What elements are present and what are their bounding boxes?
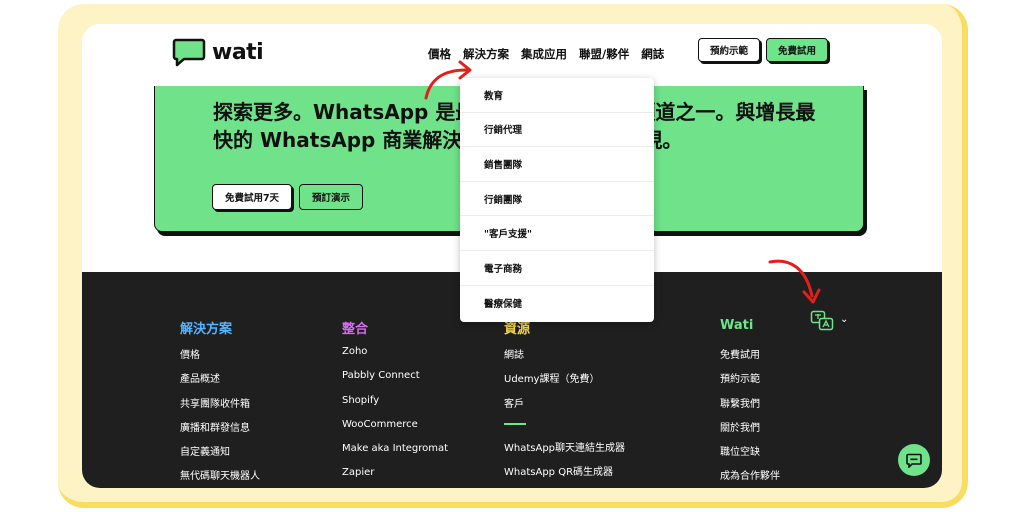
footer-link[interactable]: Make aka Integromat [342,443,448,467]
solutions-dropdown-menu: 教育 行銷代理 銷售團隊 行銷團隊 "客戶支援" 電子商務 醫療保健 [460,78,654,322]
footer-link[interactable]: 自定義通知 [180,443,260,467]
annotation-arrow-icon [424,60,472,100]
footer-link[interactable]: 預約示範 [720,370,780,394]
footer-link[interactable]: Pabbly Connect [342,370,448,394]
dropdown-item-sales-team[interactable]: 銷售團隊 [460,147,654,182]
book-demo-hero-button[interactable]: 預訂演示 [299,184,363,210]
nav-item-integrations[interactable]: 集成应用 [521,46,567,62]
dropdown-item-marketing-agency[interactable]: 行銷代理 [460,113,654,148]
footer-link[interactable]: 廣播和群發信息 [180,419,260,443]
nav-item-partners[interactable]: 聯盟/夥伴 [579,46,629,62]
footer-link[interactable]: Zoho [342,346,448,370]
website-page: wati 價格 解決方案 集成应用 聯盟/夥伴 網誌 預約示範 免費試用 探索更… [82,24,942,488]
footer-link[interactable]: 網誌 [504,346,625,370]
footer-link[interactable]: WooCommerce [342,419,448,443]
book-demo-button[interactable]: 預約示範 [698,38,760,62]
footer-link[interactable]: Shopify [342,395,448,419]
footer-link[interactable]: 產品概述 [180,370,260,394]
chat-icon [906,453,922,468]
dropdown-item-ecommerce[interactable]: 電子商務 [460,251,654,286]
footer-link[interactable]: 成為合作夥伴 [720,467,780,488]
dropdown-item-marketing-team[interactable]: 行銷團隊 [460,182,654,217]
annotation-arrow-icon [768,259,821,304]
footer-column-integrations: 整合 Zoho Pabbly Connect Shopify WooCommer… [342,318,448,488]
footer-divider [504,422,526,425]
footer-link[interactable]: Zapier [342,467,448,488]
free-trial-button[interactable]: 免費試用 [766,38,828,62]
footer-link[interactable]: Udemy課程（免費） [504,370,625,394]
footer-column-title: Wati [720,318,754,333]
wati-logo[interactable]: wati [172,37,264,67]
footer-link[interactable]: 客戶 [504,395,625,419]
footer-link[interactable]: 關於我們 [720,419,780,443]
chat-widget-button[interactable] [898,444,930,476]
dropdown-item-customer-support[interactable]: "客戶支援" [460,216,654,251]
footer-column-solutions: 解決方案 價格 產品概述 共享團隊收件箱 廣播和群發信息 自定義通知 無代碼聊天… [180,318,260,488]
chevron-down-icon[interactable]: ⌄ [840,314,848,325]
dropdown-item-healthcare[interactable]: 醫療保健 [460,286,654,321]
dropdown-item-education[interactable]: 教育 [460,78,654,113]
footer-link[interactable]: 免費試用 [720,346,780,370]
footer-link[interactable]: 共享團隊收件箱 [180,395,260,419]
footer-column-wati: Wati 免費試用 預約示範 聯繫我們 關於我們 職位空缺 成為合作夥伴 [720,318,780,488]
footer-column-title: 解決方案 [180,322,233,337]
footer-column-resources: 資源 網誌 Udemy課程（免費） 客戶 WhatsApp聊天連結生成器 Wha… [504,318,625,487]
footer-link[interactable]: WhatsApp聊天連結生成器 [504,439,625,463]
brand-name: wati [212,39,264,65]
footer-column-title: 整合 [342,322,369,337]
footer-link[interactable]: 聯繫我們 [720,395,780,419]
chat-bubble-icon [172,38,206,67]
trial-7-days-button[interactable]: 免費試用7天 [212,184,292,210]
footer-link[interactable]: 無代碼聊天機器人 [180,467,260,488]
footer-link[interactable]: 價格 [180,346,260,370]
nav-item-blog[interactable]: 網誌 [641,46,664,62]
translate-icon[interactable] [810,310,834,332]
footer-link[interactable]: WhatsApp QR碼生成器 [504,463,625,487]
footer-link[interactable]: 職位空缺 [720,443,780,467]
